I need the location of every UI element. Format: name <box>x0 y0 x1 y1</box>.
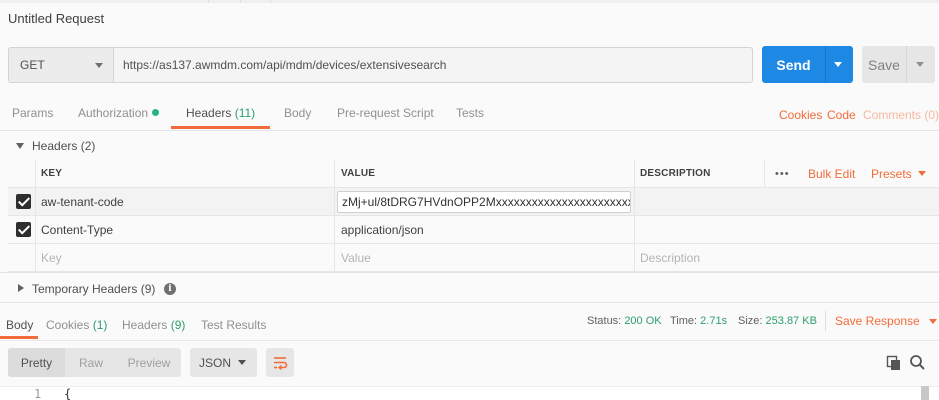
send-options-chevron-icon[interactable] <box>834 62 842 67</box>
response-tab-test-results[interactable]: Test Results <box>201 318 266 332</box>
header-value-input[interactable]: zMj+ul/8tDRG7HVdnOPP2Mxxxxxxxxxxxxxxxxxx… <box>337 191 631 213</box>
tab-authorization[interactable]: Authorization <box>78 106 160 120</box>
send-label: Send <box>776 56 811 73</box>
url-input[interactable]: https://as137.awmdm.com/api/mdm/devices/… <box>113 47 753 83</box>
method-select[interactable]: GET <box>8 47 113 83</box>
response-tab-cookies[interactable]: Cookies (1) <box>46 318 107 332</box>
active-response-tab-indicator <box>0 336 38 339</box>
col-description-header: DESCRIPTION <box>640 168 711 179</box>
row-checkbox[interactable] <box>16 194 31 209</box>
col-key-header: KEY <box>41 168 63 179</box>
new-key-input[interactable]: Key <box>41 244 62 271</box>
pretty-button[interactable]: Pretty <box>8 348 65 377</box>
row-checkbox[interactable] <box>16 222 31 237</box>
response-editor[interactable]: 1 { <box>0 386 939 400</box>
preview-button[interactable]: Preview <box>117 348 181 377</box>
tab-body[interactable]: Body <box>284 106 311 120</box>
tab-tests[interactable]: Tests <box>456 106 484 120</box>
response-status: Status: 200 OK <box>587 315 662 327</box>
save-response-dropdown[interactable]: Save Response <box>835 314 938 328</box>
wrap-lines-button[interactable] <box>266 348 294 377</box>
format-select[interactable]: JSON <box>190 348 257 377</box>
send-divider <box>825 46 826 83</box>
active-tab-indicator <box>171 126 270 129</box>
raw-button[interactable]: Raw <box>65 348 117 377</box>
request-title[interactable]: Untitled Request <box>8 11 104 26</box>
copy-icon[interactable] <box>886 355 902 374</box>
tab-params[interactable]: Params <box>12 106 53 120</box>
new-value-input[interactable]: Value <box>341 244 371 271</box>
caret-down-icon <box>16 143 24 149</box>
wrap-icon <box>274 357 288 371</box>
response-time: Time: 2.71s <box>670 315 728 327</box>
presets-dropdown[interactable]: Presets <box>871 160 926 187</box>
chevron-down-icon <box>95 63 103 68</box>
more-options-icon[interactable]: ••• <box>775 160 790 187</box>
column-divider <box>634 160 635 272</box>
send-button[interactable]: Send <box>762 46 853 83</box>
code-line: { <box>64 387 72 400</box>
save-label: Save <box>868 56 900 73</box>
chevron-down-icon <box>917 171 926 176</box>
code-link[interactable]: Code <box>827 108 856 122</box>
window-top-strip <box>0 0 939 3</box>
view-mode-group: Pretty Raw Preview <box>8 348 181 377</box>
table-row-new: Key Value Description <box>8 244 939 272</box>
column-divider <box>764 160 765 188</box>
headers-section-toggle[interactable]: Headers (2) <box>0 130 939 160</box>
response-divider <box>825 311 826 331</box>
tab-pre-request-script[interactable]: Pre-request Script <box>337 106 434 120</box>
new-description-input[interactable]: Description <box>640 244 700 271</box>
search-icon[interactable] <box>909 354 926 374</box>
strip-divider <box>240 0 241 3</box>
column-divider <box>35 160 36 272</box>
response-tab-body[interactable]: Body <box>6 318 33 332</box>
table-row: Content-Type application/json <box>8 216 939 244</box>
save-options-chevron-icon[interactable] <box>916 62 924 67</box>
save-divider <box>906 46 907 83</box>
row-value[interactable]: application/json <box>341 216 424 243</box>
line-number: 1 <box>34 387 42 400</box>
column-divider <box>334 160 335 272</box>
temporary-headers-toggle[interactable]: Temporary Headers (9) i <box>0 272 939 302</box>
auth-status-dot-icon <box>152 109 160 116</box>
save-button[interactable]: Save <box>862 46 935 83</box>
response-size: Size: 253.87 KB <box>738 315 817 327</box>
headers-section-label: Headers (2) <box>32 139 96 153</box>
method-label: GET <box>20 58 45 72</box>
caret-right-icon <box>18 284 24 292</box>
cookies-link[interactable]: Cookies <box>779 108 822 122</box>
editor-scrollbar[interactable] <box>921 386 929 400</box>
strip-divider <box>270 0 271 3</box>
strip-divider <box>208 0 209 3</box>
row-key[interactable]: Content-Type <box>41 216 113 243</box>
comments-link[interactable]: Comments (0) <box>863 108 939 122</box>
chevron-down-icon <box>238 360 246 365</box>
info-icon[interactable]: i <box>164 283 176 295</box>
row-key[interactable]: aw-tenant-code <box>41 188 124 215</box>
bulk-edit-link[interactable]: Bulk Edit <box>808 160 855 187</box>
temporary-headers-label: Temporary Headers (9) <box>32 282 156 296</box>
table-header-row: KEY VALUE DESCRIPTION ••• Bulk Edit Pres… <box>8 160 939 188</box>
chevron-down-icon <box>929 319 938 324</box>
tab-headers[interactable]: Headers (11) <box>186 106 255 120</box>
col-value-header: VALUE <box>341 168 376 179</box>
response-tab-headers[interactable]: Headers (9) <box>122 318 185 332</box>
